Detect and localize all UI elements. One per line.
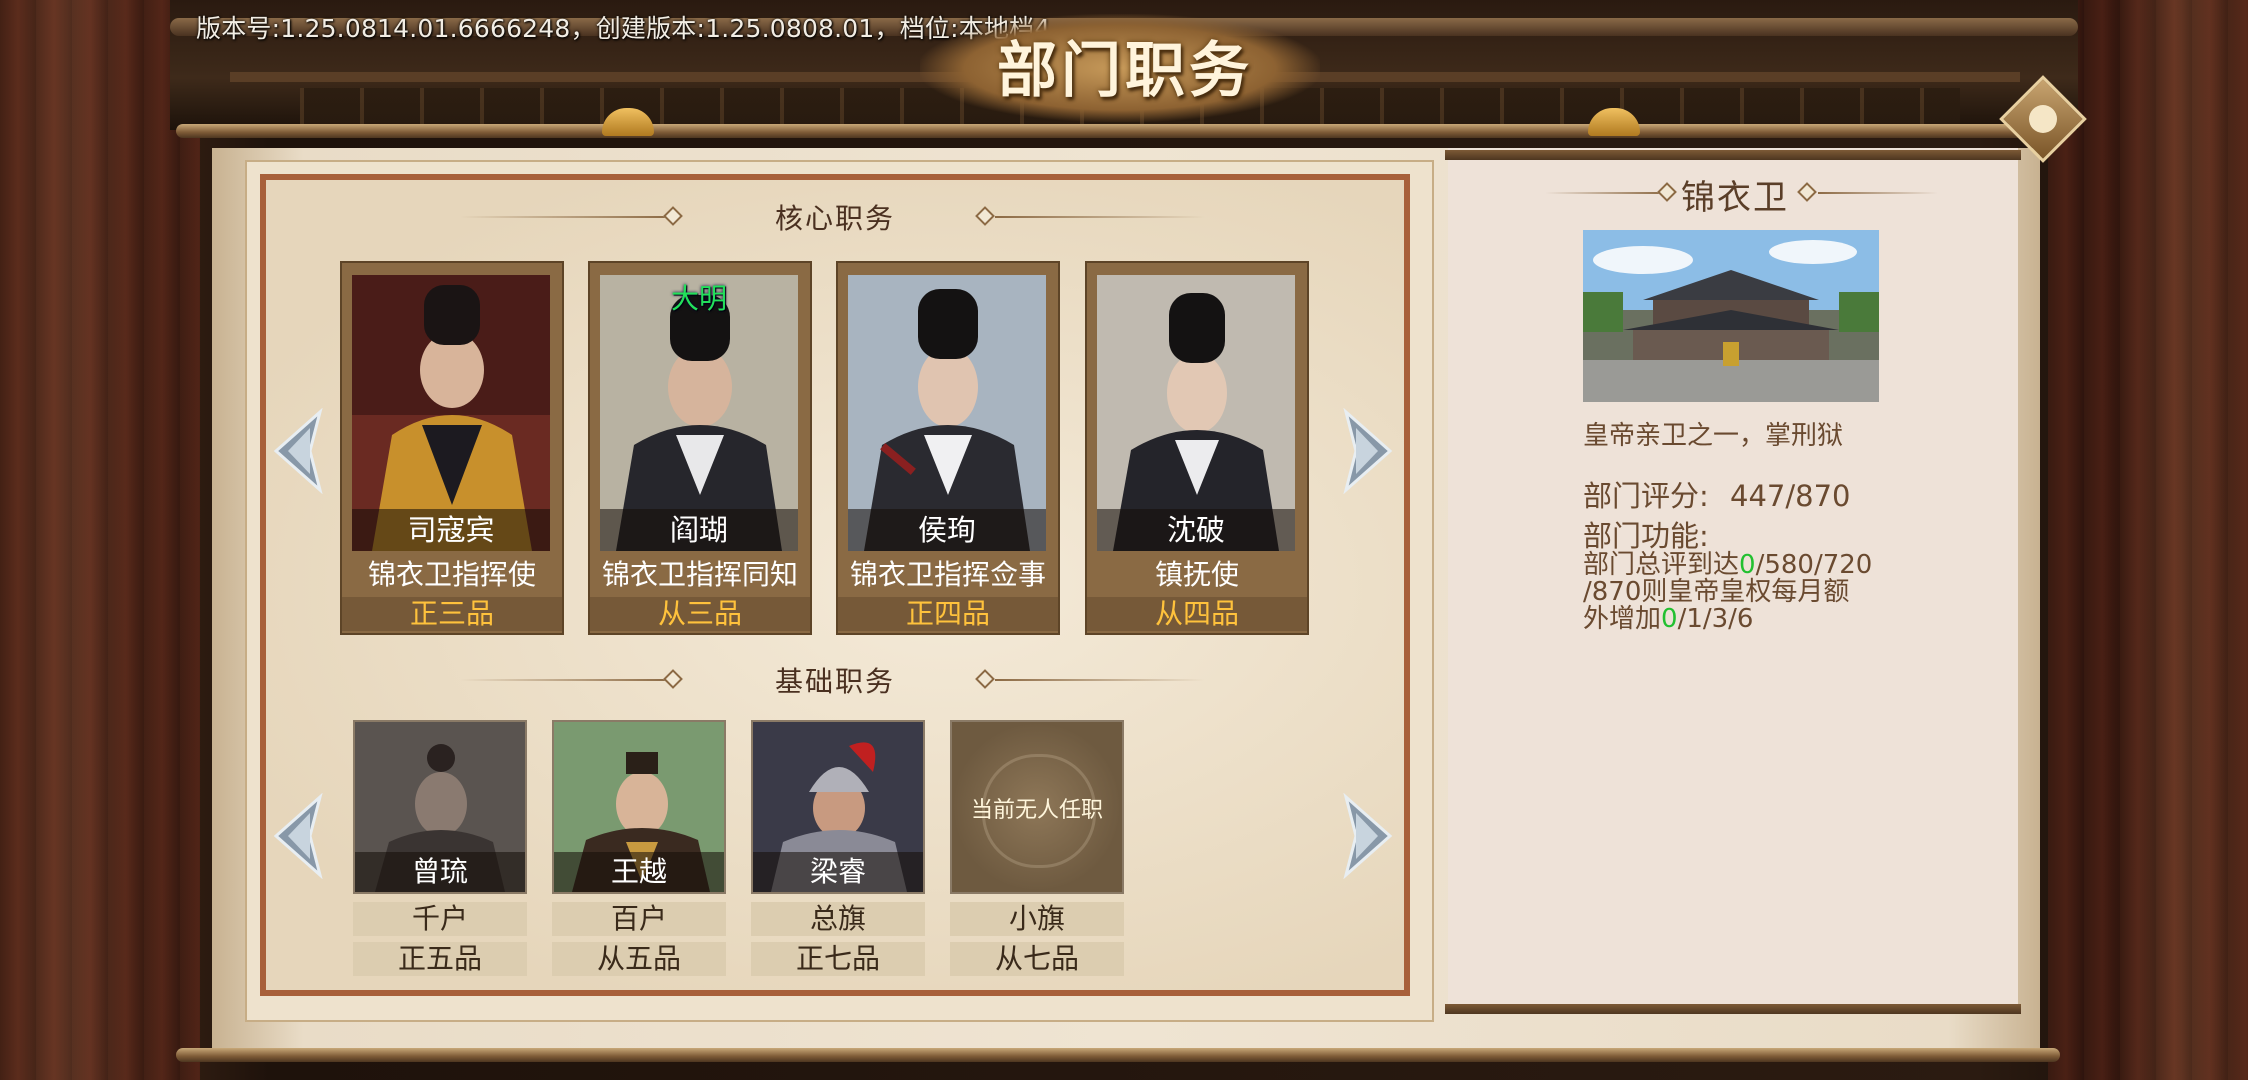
curtain-left	[0, 0, 200, 1080]
scroll-rod-top	[176, 124, 2060, 138]
page-title: 部门职务	[997, 36, 1253, 106]
official-name: 梁睿	[753, 852, 923, 892]
function-label: 部门功能:	[1583, 519, 1709, 553]
vacant-position-card[interactable]: 当前无人任职	[950, 720, 1124, 894]
official-name: 曾琉	[355, 852, 525, 892]
panel-roll-bottom	[1445, 1004, 2021, 1014]
position-title: 锦衣卫指挥佥事	[849, 558, 1046, 591]
next-arrow-icon[interactable]	[1340, 408, 1396, 494]
official-name: 阎瑚	[600, 509, 798, 551]
position-rank: 正五品	[353, 942, 527, 976]
function-description: 部门总评到达0/580/720 /870则皇帝皇权每月额 外增加0/1/3/6	[1583, 552, 1883, 633]
panel-roll-top	[1445, 150, 2021, 160]
core-position-card[interactable]: 沈破 镇抚使 从四品	[1085, 261, 1309, 635]
ornament-line	[460, 216, 670, 218]
department-name: 锦衣卫	[1681, 178, 1789, 218]
position-rank: 正三品	[342, 597, 562, 631]
ornament-line	[1818, 192, 1938, 194]
department-score: 部门评分: 447/870	[1583, 473, 1850, 515]
score-label: 部门评分:	[1583, 479, 1709, 513]
position-rank: 正七品	[751, 942, 925, 976]
core-section-title: 核心职务	[774, 202, 895, 235]
position-title: 百户	[552, 902, 726, 936]
official-name: 王越	[554, 852, 724, 892]
position-title: 小旗	[950, 902, 1124, 936]
official-name: 沈破	[1097, 509, 1295, 551]
position-title: 千户	[353, 902, 527, 936]
prev-arrow-icon[interactable]	[270, 408, 326, 494]
prev-arrow-icon[interactable]	[270, 793, 326, 879]
official-name: 司寇宾	[352, 509, 550, 551]
function-highlight: 0	[1661, 604, 1678, 634]
department-building-image	[1583, 230, 1879, 402]
ornament-line	[995, 679, 1205, 681]
function-text: /580/720	[1755, 550, 1873, 580]
position-title: 锦衣卫指挥同知	[601, 558, 798, 591]
position-title: 镇抚使	[1154, 558, 1239, 591]
base-section-title: 基础职务	[774, 665, 895, 698]
country-label: 大明	[670, 282, 727, 315]
curtain-right	[2048, 0, 2248, 1080]
score-value: 447/870	[1730, 479, 1851, 513]
base-position-card[interactable]: 王越	[552, 720, 726, 894]
function-text: 部门总评到达	[1583, 550, 1740, 580]
ornament-line	[995, 216, 1205, 218]
core-position-card[interactable]: 司寇宾 锦衣卫指挥使 正三品	[340, 261, 564, 635]
vacant-text: 当前无人任职	[970, 798, 1103, 823]
function-text: 外增加	[1583, 604, 1662, 634]
function-text: /1/3/6	[1677, 604, 1754, 634]
next-arrow-icon[interactable]	[1340, 793, 1396, 879]
department-description: 皇帝亲卫之一，掌刑狱	[1583, 421, 1844, 451]
base-position-card[interactable]: 梁睿	[751, 720, 925, 894]
position-title: 锦衣卫指挥使	[367, 558, 536, 591]
scroll-rod-bottom	[176, 1048, 2060, 1062]
position-title: 总旗	[751, 902, 925, 936]
function-highlight: 0	[1739, 550, 1756, 580]
ornament-line	[460, 679, 670, 681]
core-position-card[interactable]: 大明 阎瑚 锦衣卫指挥同知 从三品	[588, 261, 812, 635]
function-text: /870则皇帝皇权每月额	[1583, 577, 1850, 607]
position-rank: 从三品	[590, 597, 810, 631]
position-rank: 从四品	[1087, 597, 1307, 631]
position-rank: 从五品	[552, 942, 726, 976]
position-rank: 从七品	[950, 942, 1124, 976]
core-position-card[interactable]: 侯珣 锦衣卫指挥佥事 正四品	[836, 261, 1060, 635]
official-name: 侯珣	[848, 509, 1046, 551]
position-rank: 正四品	[838, 597, 1058, 631]
base-position-card[interactable]: 曾琉	[353, 720, 527, 894]
